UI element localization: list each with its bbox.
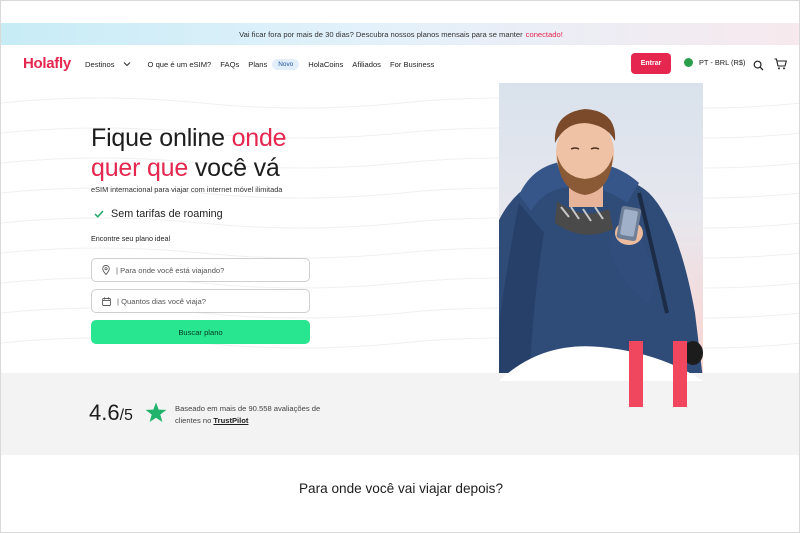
destination-placeholder: | Para onde você está viajando? — [116, 265, 225, 275]
promo-highlight: conectado! — [525, 29, 563, 39]
hero-title: Fique online onde quer que você vá — [91, 123, 287, 183]
nav-afiliados[interactable]: Afiliados — [352, 60, 381, 69]
login-button[interactable]: Entrar — [631, 53, 671, 74]
traveler-illustration — [499, 109, 703, 373]
nav-destinos-label: Destinos — [85, 59, 115, 69]
rating-max: /5 — [119, 407, 133, 424]
brazil-flag-icon — [684, 58, 693, 67]
nav-what-is-esim[interactable]: O que é um eSIM? — [148, 60, 212, 69]
location-pin-icon — [102, 265, 110, 275]
locale-label: PT - BRL (R$) — [699, 58, 746, 67]
nav-links: Destinos O que é um eSIM? FAQs Plans Nov… — [85, 45, 443, 83]
rating-value: 4.6 — [89, 400, 120, 425]
hero-title-part1: Fique online — [91, 124, 232, 152]
calendar-icon — [102, 296, 111, 306]
trustpilot-link[interactable]: TrustPilot — [213, 416, 248, 425]
top-navbar: Holafly Destinos O que é um eSIM? FAQs P… — [1, 45, 799, 83]
days-input[interactable]: | Quantos dias você viaja? — [91, 289, 310, 313]
page: Vai ficar fora por mais de 30 dias? Desc… — [0, 0, 800, 533]
hero-title-accent1: onde — [231, 124, 287, 152]
search-icon[interactable] — [753, 58, 764, 76]
destination-input[interactable]: | Para onde você está viajando? — [91, 258, 310, 282]
nav-plans[interactable]: Plans Novo — [248, 58, 300, 70]
cart-icon[interactable] — [774, 57, 788, 75]
promo-text: Vai ficar fora por mais de 30 dias? Desc… — [239, 29, 523, 39]
check-icon — [94, 210, 104, 218]
hero-subtitle: eSIM internacional para viajar com inter… — [91, 185, 283, 194]
star-icon — [145, 402, 167, 422]
days-placeholder: | Quantos dias você viaja? — [117, 296, 206, 306]
nav-plans-label: Plans — [248, 59, 268, 69]
nav-holacoins[interactable]: HolaCoins — [308, 60, 343, 69]
rating-description: Baseado em mais de 90.558 avaliações de … — [175, 403, 325, 427]
new-badge: Novo — [272, 58, 300, 70]
form-label: Encontre seu plano ideal — [91, 234, 171, 243]
chevron-down-icon — [123, 61, 131, 67]
feature-label: Sem tarifas de roaming — [111, 208, 223, 220]
destination-placeholder-text: Para onde você está viajando? — [120, 265, 225, 275]
hero-title-accent2: quer que — [91, 154, 189, 182]
promo-banner[interactable]: Vai ficar fora por mais de 30 dias? Desc… — [1, 23, 799, 45]
days-placeholder-text: Quantos dias você viaja? — [121, 296, 206, 306]
nav-faqs[interactable]: FAQs — [220, 60, 239, 69]
next-section-title: Para onde você vai viajar depois? — [298, 481, 504, 496]
rating-score: 4.6/5 — [89, 400, 133, 426]
feature-item: Sem tarifas de roaming — [94, 208, 223, 220]
hero-photo — [499, 83, 703, 373]
hero-section: Fique online onde quer que você vá eSIM … — [1, 83, 799, 373]
nav-destinos[interactable]: Destinos — [85, 60, 139, 69]
decorative-bars — [629, 341, 687, 407]
holafly-logo[interactable]: Holafly — [23, 55, 71, 72]
locale-selector[interactable]: PT - BRL (R$) — [684, 58, 745, 67]
nav-business[interactable]: For Business — [390, 60, 434, 69]
hero-title-part2: você vá — [188, 154, 280, 182]
